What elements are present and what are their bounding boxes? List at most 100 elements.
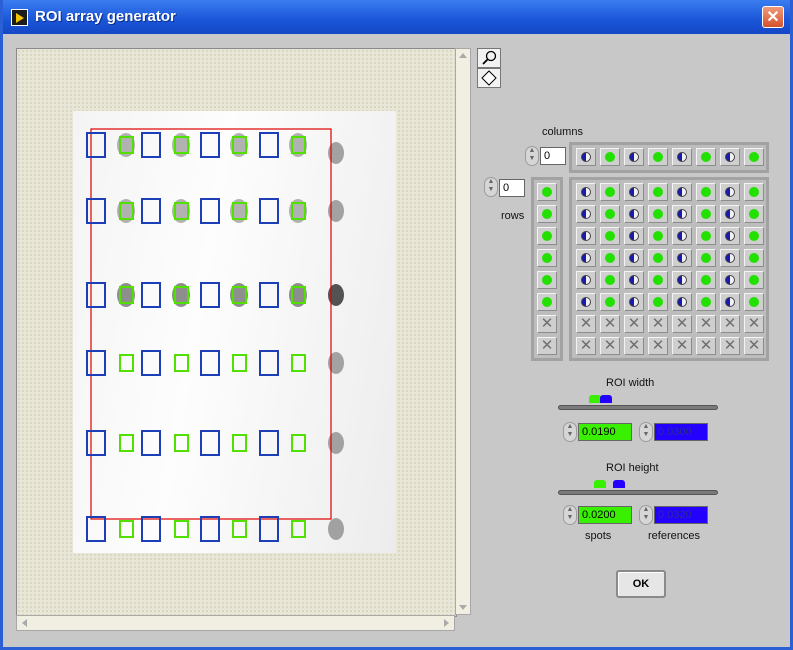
roi-matrix-cell[interactable]: ✕ [672, 315, 692, 333]
roi-matrix-cell[interactable]: ✕ [696, 315, 716, 333]
roi-matrix-cell[interactable] [624, 205, 644, 223]
roi-matrix-cell[interactable] [576, 293, 596, 311]
columns-input[interactable]: 0 [540, 147, 566, 165]
roi-height-spots-spinner[interactable]: ▲ ▼ [563, 505, 577, 525]
reference-roi[interactable] [200, 350, 220, 376]
reference-roi[interactable] [86, 132, 106, 158]
reference-roi[interactable] [86, 430, 106, 456]
roi-matrix-cell[interactable]: ✕ [624, 337, 644, 355]
image-display[interactable] [16, 48, 457, 617]
scroll-down-icon[interactable] [459, 605, 467, 610]
roi-matrix-cell[interactable] [624, 227, 644, 245]
reference-roi[interactable] [200, 430, 220, 456]
spot-roi[interactable] [232, 354, 247, 372]
roi-height-references-thumb[interactable] [612, 480, 625, 488]
roi-matrix-cell[interactable] [744, 227, 764, 245]
roi-matrix-cell[interactable] [600, 271, 620, 289]
zoom-tool-button[interactable] [477, 48, 501, 68]
spot-roi[interactable] [174, 434, 189, 452]
row-pattern-cell[interactable] [537, 183, 557, 201]
column-pattern-cell[interactable] [624, 148, 644, 166]
roi-width-references-spinner[interactable]: ▲ ▼ [639, 422, 653, 442]
spot-roi[interactable] [119, 434, 134, 452]
roi-matrix-cell[interactable] [576, 205, 596, 223]
reference-roi[interactable] [200, 516, 220, 542]
roi-matrix-cell[interactable] [600, 183, 620, 201]
roi-matrix-cell[interactable] [648, 271, 668, 289]
roi-matrix-cell[interactable] [576, 271, 596, 289]
column-pattern-cell[interactable] [696, 148, 716, 166]
vertical-scrollbar[interactable] [455, 48, 471, 615]
reference-roi[interactable] [259, 430, 279, 456]
column-pattern-cell[interactable] [672, 148, 692, 166]
roi-height-slider[interactable] [558, 490, 718, 495]
roi-matrix-cell[interactable] [672, 271, 692, 289]
spot-roi[interactable] [291, 520, 306, 538]
roi-height-references-input[interactable]: 0.0320 [654, 506, 708, 524]
spot-roi[interactable] [291, 354, 306, 372]
reference-roi[interactable] [86, 516, 106, 542]
roi-matrix-cell[interactable] [696, 271, 716, 289]
spot-roi[interactable] [291, 434, 306, 452]
roi-matrix-cell[interactable]: ✕ [720, 337, 740, 355]
roi-rectangles[interactable] [86, 132, 306, 542]
column-pattern-cell[interactable] [576, 148, 596, 166]
column-pattern-cell[interactable] [648, 148, 668, 166]
roi-matrix-grid[interactable]: ✕ ✕ ✕ ✕ ✕ ✕ ✕ ✕ ✕ ✕ ✕ ✕ ✕ ✕ ✕ ✕ [569, 177, 769, 361]
row-pattern-cell[interactable] [537, 271, 557, 289]
roi-matrix-cell[interactable]: ✕ [576, 337, 596, 355]
roi-matrix-cell[interactable] [672, 249, 692, 267]
roi-matrix-cell[interactable] [624, 271, 644, 289]
roi-matrix-cell[interactable] [696, 183, 716, 201]
roi-matrix-cell[interactable]: ✕ [720, 315, 740, 333]
roi-matrix-cell[interactable] [600, 205, 620, 223]
roi-matrix-cell[interactable] [720, 205, 740, 223]
roi-matrix-cell[interactable] [720, 293, 740, 311]
roi-matrix-cell[interactable] [744, 183, 764, 201]
reference-roi[interactable] [141, 516, 161, 542]
roi-matrix-cell[interactable] [648, 183, 668, 201]
reference-roi[interactable] [86, 350, 106, 376]
rows-spinner[interactable]: ▲ ▼ [484, 177, 498, 197]
roi-matrix-cell[interactable] [672, 227, 692, 245]
roi-height-spots-thumb[interactable] [593, 480, 606, 488]
roi-matrix-cell[interactable] [696, 227, 716, 245]
row-pattern-grid[interactable]: ✕ ✕ [531, 177, 563, 361]
close-button[interactable]: ✕ [762, 6, 784, 28]
roi-matrix-cell[interactable] [696, 205, 716, 223]
rows-input[interactable]: 0 [499, 179, 525, 197]
column-pattern-cell[interactable] [600, 148, 620, 166]
roi-matrix-cell[interactable] [720, 249, 740, 267]
row-pattern-cell[interactable] [537, 249, 557, 267]
roi-matrix-cell[interactable] [648, 205, 668, 223]
spot-roi[interactable] [174, 354, 189, 372]
select-tool-button[interactable] [477, 68, 501, 88]
row-pattern-cell[interactable] [537, 293, 557, 311]
reference-roi[interactable] [141, 132, 161, 158]
columns-spinner[interactable]: ▲ ▼ [525, 146, 539, 166]
roi-matrix-cell[interactable] [600, 227, 620, 245]
spot-roi[interactable] [232, 434, 247, 452]
roi-matrix-cell[interactable] [744, 205, 764, 223]
roi-matrix-cell[interactable] [648, 227, 668, 245]
column-pattern-grid[interactable] [569, 142, 769, 173]
roi-matrix-cell[interactable]: ✕ [744, 337, 764, 355]
roi-matrix-cell[interactable] [576, 227, 596, 245]
roi-width-spots-input[interactable]: 0.0190 [578, 423, 632, 441]
reference-roi[interactable] [259, 516, 279, 542]
ok-button[interactable]: OK [616, 570, 666, 598]
roi-matrix-cell[interactable] [744, 249, 764, 267]
reference-roi[interactable] [259, 132, 279, 158]
roi-matrix-cell[interactable] [672, 293, 692, 311]
roi-matrix-cell[interactable]: ✕ [648, 337, 668, 355]
spot-roi[interactable] [232, 520, 247, 538]
roi-matrix-cell[interactable]: ✕ [600, 315, 620, 333]
roi-matrix-cell[interactable] [720, 227, 740, 245]
roi-matrix-cell[interactable] [624, 249, 644, 267]
roi-matrix-cell[interactable] [720, 183, 740, 201]
roi-matrix-cell[interactable] [624, 293, 644, 311]
roi-height-references-spinner[interactable]: ▲ ▼ [639, 505, 653, 525]
spot-roi[interactable] [174, 520, 189, 538]
reference-roi[interactable] [200, 132, 220, 158]
reference-roi[interactable] [141, 430, 161, 456]
